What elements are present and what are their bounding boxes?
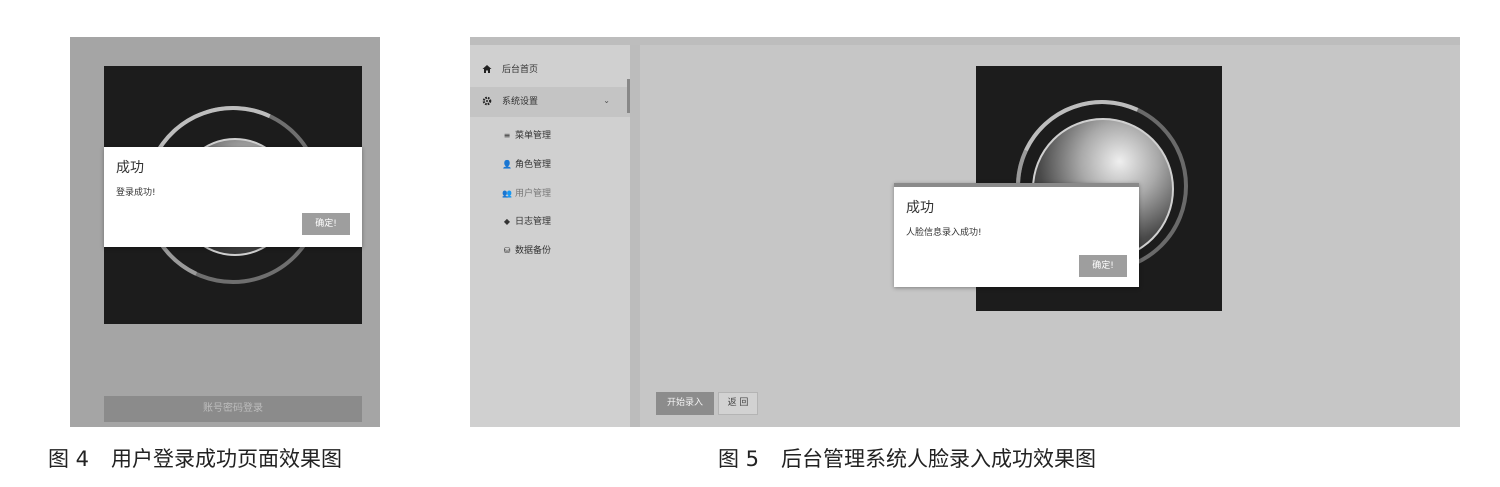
caption-number: 图 5 xyxy=(718,447,760,471)
sidebar-item-label: 后台首页 xyxy=(502,65,539,75)
sidebar: 后台首页 系统设置 ⌄ ≡ 菜单管理 👤 角色管理 👥 用户管理 ◆ 日志管理 … xyxy=(470,45,630,427)
sidebar-subitem-menu[interactable]: ≡ 菜单管理 xyxy=(470,125,630,149)
password-login-button[interactable]: 账号密码登录 xyxy=(104,396,362,422)
success-dialog: 成功 登录成功! 确定! xyxy=(104,147,362,247)
sidebar-item-settings[interactable]: 系统设置 ⌄ xyxy=(470,87,630,117)
list-icon: ≡ xyxy=(503,131,511,140)
figure-5-caption: 图 5 后台管理系统人脸录入成功效果图 xyxy=(718,443,1096,473)
database-icon: ⛁ xyxy=(503,246,511,255)
sidebar-subitem-backup[interactable]: ⛁ 数据备份 xyxy=(470,240,630,264)
sidebar-item-home[interactable]: 后台首页 xyxy=(470,55,630,85)
back-button[interactable]: 返 回 xyxy=(718,392,758,415)
dialog-title: 成功 xyxy=(116,160,144,176)
dialog-message: 人脸信息录入成功! xyxy=(906,228,982,238)
sidebar-subitem-label: 日志管理 xyxy=(515,217,552,227)
top-bar xyxy=(470,37,1460,45)
success-dialog: 成功 人脸信息录入成功! 确定! xyxy=(894,183,1139,287)
chevron-down-icon: ⌄ xyxy=(603,96,610,105)
sidebar-subitem-label: 用户管理 xyxy=(515,189,552,199)
home-icon xyxy=(482,64,492,74)
confirm-button[interactable]: 确定! xyxy=(302,213,350,235)
caption-text: 用户登录成功页面效果图 xyxy=(111,447,343,471)
confirm-button[interactable]: 确定! xyxy=(1079,255,1127,277)
sidebar-divider xyxy=(630,45,640,427)
caption-number: 图 4 xyxy=(48,447,90,471)
sidebar-subitem-roles[interactable]: 👤 角色管理 xyxy=(470,154,630,178)
users-icon: 👥 xyxy=(502,189,512,198)
caption-text: 后台管理系统人脸录入成功效果图 xyxy=(781,447,1097,471)
sidebar-subitem-label: 菜单管理 xyxy=(515,131,552,141)
role-icon: 👤 xyxy=(502,160,512,169)
admin-face-enroll-screenshot: 后台首页 系统设置 ⌄ ≡ 菜单管理 👤 角色管理 👥 用户管理 ◆ 日志管理 … xyxy=(470,37,1460,427)
sidebar-scrollbar[interactable] xyxy=(627,79,630,113)
login-success-screenshot: 成功 登录成功! 确定! 账号密码登录 xyxy=(70,37,380,427)
sidebar-subitem-label: 角色管理 xyxy=(515,160,552,170)
sidebar-item-label: 系统设置 xyxy=(502,97,539,107)
dialog-title: 成功 xyxy=(906,200,934,216)
figure-4-caption: 图 4 用户登录成功页面效果图 xyxy=(48,443,342,473)
sidebar-subitem-label: 数据备份 xyxy=(515,246,552,256)
sidebar-subitem-logs[interactable]: ◆ 日志管理 xyxy=(470,211,630,235)
start-enroll-button[interactable]: 开始录入 xyxy=(656,392,714,415)
dialog-message: 登录成功! xyxy=(116,188,156,198)
sidebar-subitem-users[interactable]: 👥 用户管理 xyxy=(470,183,630,207)
gear-icon xyxy=(482,96,492,106)
tag-icon: ◆ xyxy=(503,217,511,226)
